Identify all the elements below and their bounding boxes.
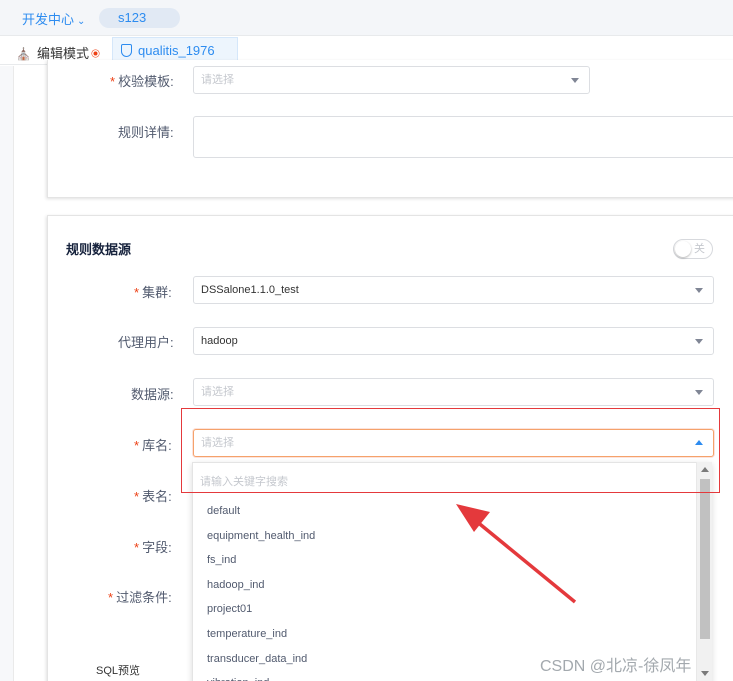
- proxy-user-select[interactable]: hadoop: [193, 327, 714, 355]
- chevron-down-icon: [695, 390, 703, 395]
- list-item[interactable]: default: [207, 505, 240, 517]
- list-item[interactable]: project01: [207, 603, 252, 615]
- list-item[interactable]: vibration_ind: [207, 677, 269, 681]
- unsaved-dot-icon: [91, 50, 99, 57]
- filter-label: * 过滤条件:: [108, 590, 172, 605]
- dev-center-menu[interactable]: 开发中心 ⌄: [22, 9, 85, 28]
- datasource-select[interactable]: 请选择: [193, 378, 714, 406]
- cluster-label: * 集群:: [134, 285, 172, 300]
- dev-center-label: 开发中心: [22, 12, 75, 27]
- sql-preview-label: SQL预览: [96, 665, 141, 677]
- project-selector[interactable]: s123: [99, 8, 180, 28]
- cluster-select[interactable]: DSSalone1.1.0_test: [193, 276, 714, 304]
- datasource-label: 数据源:: [131, 387, 174, 402]
- table-label: * 表名:: [134, 489, 172, 504]
- toggle-text: 关: [694, 243, 705, 255]
- chevron-down-icon: ⌄: [77, 16, 86, 27]
- watermark: CSDN @北凉-徐凤年: [540, 658, 692, 675]
- tab-qualitis-label: qualitis_1976: [138, 43, 215, 58]
- list-item[interactable]: hadoop_ind: [207, 579, 265, 591]
- list-item[interactable]: temperature_ind: [207, 628, 287, 640]
- dropdown-scrollbar[interactable]: [696, 462, 712, 681]
- section-title: 规则数据源: [66, 242, 132, 257]
- workflow-tree-icon: ⛪: [16, 47, 31, 61]
- scrollbar-thumb[interactable]: [700, 479, 710, 639]
- arrow-shaft: [468, 514, 577, 604]
- chevron-down-icon: [695, 339, 703, 344]
- list-item[interactable]: equipment_health_ind: [207, 530, 315, 542]
- list-item[interactable]: fs_ind: [207, 554, 236, 566]
- template-select[interactable]: 请选择: [193, 66, 590, 94]
- proxy-user-label: 代理用户:: [118, 335, 174, 350]
- rule-basic-card: * 校验模板: 请选择 规则详情:: [47, 60, 733, 198]
- shield-icon: [121, 44, 132, 57]
- annotation-highlight-box: [181, 408, 720, 493]
- detail-label: 规则详情:: [118, 125, 174, 140]
- datasource-toggle[interactable]: 关: [673, 239, 713, 259]
- template-label: * 校验模板:: [110, 74, 174, 89]
- template-placeholder: 请选择: [201, 74, 234, 86]
- chevron-down-icon: [695, 288, 703, 293]
- datasource-placeholder: 请选择: [201, 386, 234, 398]
- db-label: * 库名:: [134, 438, 172, 453]
- list-item[interactable]: transducer_data_ind: [207, 653, 307, 665]
- tab-edit-mode-label: 编辑模式: [36, 46, 89, 61]
- top-bar: 开发中心 ⌄ s123: [0, 0, 733, 36]
- rule-detail-textarea[interactable]: [193, 116, 733, 158]
- cluster-value: DSSalone1.1.0_test: [201, 284, 299, 296]
- scroll-down-icon[interactable]: [701, 671, 709, 676]
- chevron-down-icon: [571, 78, 579, 83]
- left-gutter: [0, 66, 14, 681]
- field-label: * 字段:: [134, 540, 172, 555]
- proxy-user-value: hadoop: [201, 335, 238, 347]
- toggle-knob: [675, 241, 691, 257]
- annotation-arrow-icon: [456, 504, 577, 604]
